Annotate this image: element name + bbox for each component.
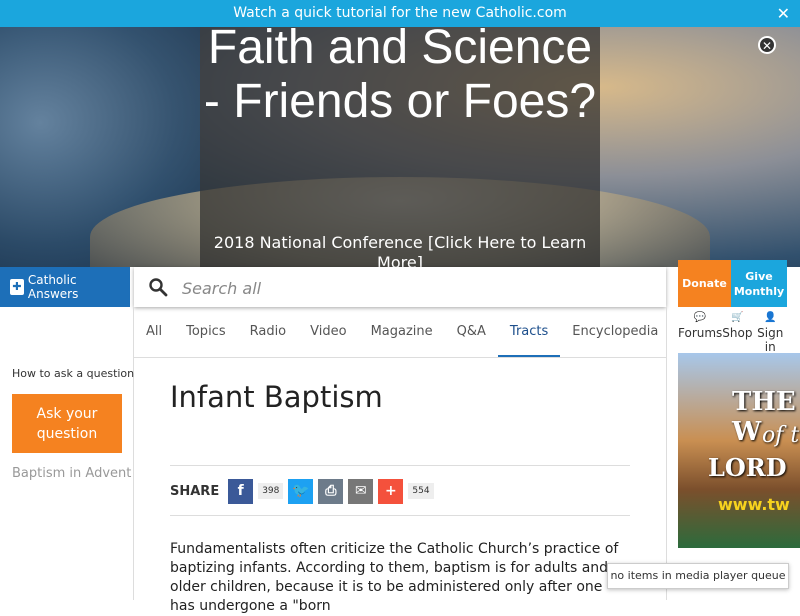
divider <box>170 515 630 516</box>
tab-radio[interactable]: Radio <box>238 307 299 357</box>
facebook-icon[interactable]: f <box>228 478 254 504</box>
chat-icon: 💬 <box>693 312 707 323</box>
ad-line-4: www.tw <box>718 495 790 514</box>
forums-link[interactable]: 💬 Forums <box>678 312 722 354</box>
cart-icon: 🛒 <box>731 312 744 323</box>
media-player-status[interactable]: no items in media player queue <box>607 563 789 589</box>
section-tabs: All Topics Radio Video Magazine Q&A Trac… <box>134 307 666 358</box>
sign-in-link[interactable]: 👤 Sign in <box>752 312 788 354</box>
share-label: SHARE <box>170 483 220 499</box>
share-bar: SHARE f 398 🐦 ⎙ ✉ + 554 <box>170 477 434 505</box>
banner-title: Faith and Science - Friends or Foes? <box>203 27 597 128</box>
logo-text: Catholic Answers <box>27 273 79 301</box>
article-body: Fundamentalists often criticize the Cath… <box>170 541 619 614</box>
conference-banner[interactable]: Faith and Science - Friends or Foes? 201… <box>0 27 800 267</box>
close-icon[interactable]: ✕ <box>777 0 790 27</box>
addthis-count: 554 <box>408 483 434 499</box>
tab-video[interactable]: Video <box>298 307 358 357</box>
give-monthly-button[interactable]: Give Monthly <box>731 260 787 307</box>
print-icon[interactable]: ⎙ <box>318 478 344 504</box>
divider <box>170 465 630 466</box>
logo-mark-icon: ✚ <box>10 279 24 295</box>
search-input[interactable] <box>180 267 654 309</box>
email-icon[interactable]: ✉ <box>348 478 374 504</box>
tab-tracts[interactable]: Tracts <box>497 307 561 357</box>
tab-topics[interactable]: Topics <box>174 307 237 357</box>
left-divider <box>133 307 134 600</box>
ad-line-3: LORD <box>708 453 787 482</box>
facebook-count: 398 <box>258 483 284 499</box>
banner-close-icon[interactable]: ✕ <box>758 36 776 54</box>
right-divider <box>666 307 667 600</box>
sidebar-advertisement[interactable]: THE W of t LORD www.tw <box>678 353 800 548</box>
forums-label: Forums <box>678 326 723 340</box>
tutorial-bar[interactable]: Watch a quick tutorial for the new Catho… <box>0 0 800 27</box>
search-bar[interactable] <box>134 267 666 309</box>
tab-all[interactable]: All <box>134 307 174 357</box>
search-icon[interactable] <box>148 277 168 297</box>
ad-line-2: of t <box>762 423 800 448</box>
tutorial-link[interactable]: Watch a quick tutorial for the new Catho… <box>233 5 567 21</box>
twitter-icon[interactable]: 🐦 <box>288 478 314 504</box>
shop-label: Shop <box>722 326 753 340</box>
catholic-answers-logo[interactable]: ✚ Catholic Answers <box>0 267 130 307</box>
page-title: Infant Baptism <box>170 380 383 414</box>
tab-qa[interactable]: Q&A <box>445 307 498 357</box>
related-link[interactable]: Baptism in Advent <box>12 466 131 481</box>
tab-magazine[interactable]: Magazine <box>359 307 445 357</box>
donate-button[interactable]: Donate <box>678 260 731 307</box>
tab-encyclopedia[interactable]: Encyclopedia <box>560 307 670 357</box>
banner-subtitle-link[interactable]: 2018 National Conference [Click Here to … <box>200 233 600 267</box>
ask-question-button[interactable]: Ask your question <box>12 394 122 453</box>
shop-link[interactable]: 🛒 Shop <box>722 312 752 354</box>
how-to-ask-link[interactable]: How to ask a question <box>12 367 134 380</box>
sign-in-label: Sign in <box>757 326 784 354</box>
addthis-plus-icon[interactable]: + <box>378 478 404 504</box>
user-icon: 👤 <box>764 312 777 323</box>
utility-links: 💬 Forums 🛒 Shop 👤 Sign in <box>678 312 788 354</box>
